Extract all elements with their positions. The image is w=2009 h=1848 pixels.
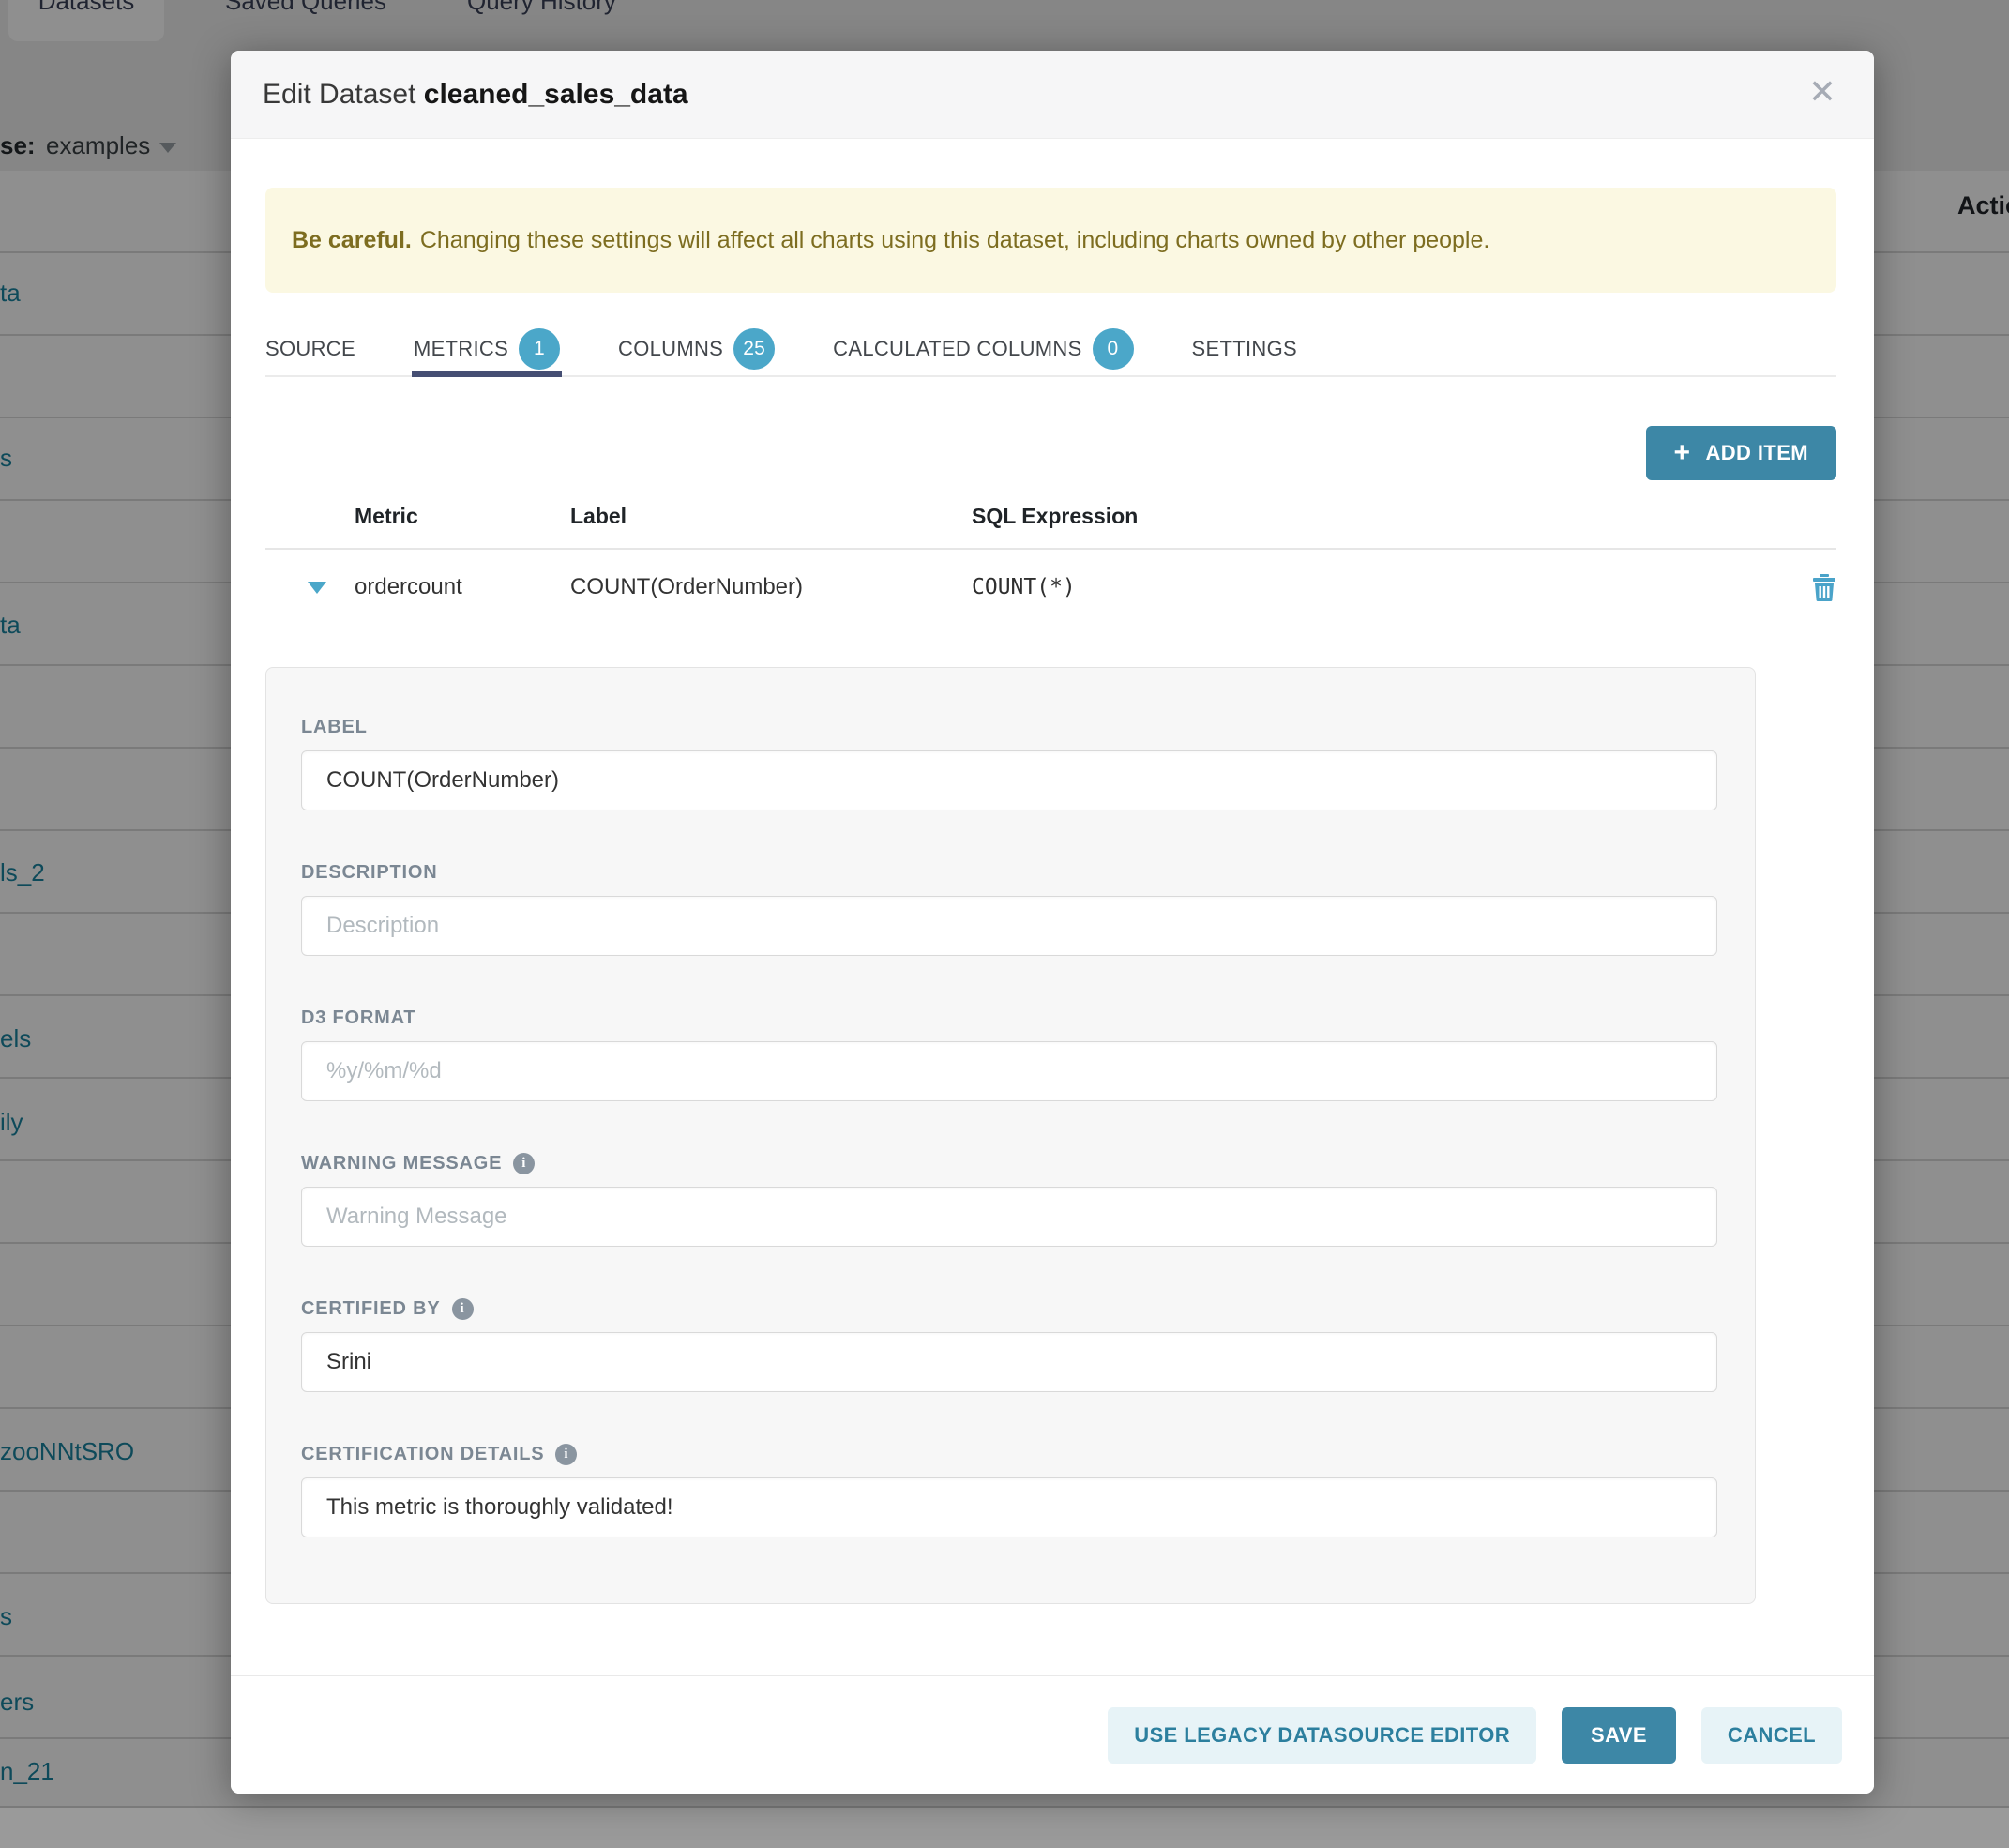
warning-banner-text: Changing these settings will affect all … [420,227,1490,254]
tab-source[interactable]: SOURCE [265,324,355,375]
modal-body: Be careful. Changing these settings will… [231,188,1874,1604]
tab-calculated-columns-label: CALCULATED COLUMNS [833,337,1081,361]
save-button[interactable]: SAVE [1562,1707,1676,1764]
label-column-header: Label [570,504,972,529]
trash-icon [1812,573,1836,601]
certification-details-caption-text: CERTIFICATION DETAILS [301,1444,544,1465]
d3-format-caption-text: D3 FORMAT [301,1007,415,1029]
warning-message-field-caption: WARNING MESSAGE i [301,1153,1717,1174]
warning-banner: Be careful. Changing these settings will… [265,188,1836,293]
plus-icon: + [1674,439,1691,467]
add-item-label: ADD ITEM [1705,441,1808,465]
d3-format-field: D3 FORMAT [301,1007,1717,1101]
metric-column-header: Metric [355,504,570,529]
edit-dataset-modal: Edit Dataset cleaned_sales_data ✕ Be car… [231,51,1874,1794]
tab-settings[interactable]: SETTINGS [1192,324,1297,375]
metric-sql-cell: COUNT(*) [972,575,1780,599]
d3-format-input[interactable] [301,1041,1717,1101]
description-caption-text: DESCRIPTION [301,862,437,884]
tab-settings-label: SETTINGS [1192,337,1297,361]
label-field: LABEL [301,717,1717,810]
label-input[interactable] [301,750,1717,810]
label-field-caption: LABEL [301,717,1717,738]
modal-footer: USE LEGACY DATASOURCE EDITOR SAVE CANCEL [231,1675,1874,1794]
certification-details-input[interactable] [301,1477,1717,1537]
certified-by-caption-text: CERTIFIED BY [301,1298,441,1320]
tab-source-label: SOURCE [265,337,355,361]
background-footer-highlight [0,1808,2009,1848]
certified-by-field-caption: CERTIFIED BY i [301,1298,1717,1320]
description-field-caption: DESCRIPTION [301,862,1717,884]
delete-metric-button[interactable] [1780,573,1836,601]
add-item-row: + ADD ITEM [265,426,1836,480]
metrics-count-badge: 1 [519,328,560,370]
warning-message-field: WARNING MESSAGE i [301,1153,1717,1247]
certification-details-field-caption: CERTIFICATION DETAILS i [301,1444,1717,1465]
metric-name-cell: ordercount [355,574,570,600]
metric-table-row: ordercount COUNT(OrderNumber) COUNT(*) [265,550,1836,625]
warning-message-input[interactable] [301,1187,1717,1247]
add-item-button[interactable]: + ADD ITEM [1646,426,1836,480]
info-icon[interactable]: i [555,1444,577,1465]
use-legacy-datasource-editor-button[interactable]: USE LEGACY DATASOURCE EDITOR [1108,1707,1536,1764]
description-field: DESCRIPTION [301,862,1717,956]
calculated-columns-count-badge: 0 [1093,328,1134,370]
modal-title-prefix: Edit Dataset [263,79,415,110]
tab-columns-label: COLUMNS [618,337,723,361]
tab-metrics[interactable]: METRICS 1 [414,324,560,375]
certification-details-field: CERTIFICATION DETAILS i [301,1444,1717,1537]
metrics-table-header: Metric Label SQL Expression [265,504,1836,550]
modal-header: Edit Dataset cleaned_sales_data ✕ [231,51,1874,139]
sql-expression-column-header: SQL Expression [972,504,1780,529]
tab-columns[interactable]: COLUMNS 25 [618,324,775,375]
info-icon[interactable]: i [452,1298,474,1320]
description-input[interactable] [301,896,1717,956]
cancel-button[interactable]: CANCEL [1701,1707,1842,1764]
metric-detail-panel: LABEL DESCRIPTION D3 FORMAT WARNING MESS… [265,667,1756,1604]
dataset-editor-tabs: SOURCE METRICS 1 COLUMNS 25 CALCULATED C… [265,324,1836,377]
tab-metrics-label: METRICS [414,337,508,361]
label-caption-text: LABEL [301,717,368,738]
warning-message-caption-text: WARNING MESSAGE [301,1153,502,1174]
info-icon[interactable]: i [513,1153,535,1174]
tab-calculated-columns[interactable]: CALCULATED COLUMNS 0 [833,324,1133,375]
collapse-caret-icon[interactable] [308,582,326,594]
columns-count-badge: 25 [733,328,775,370]
warning-banner-bold: Be careful. [292,227,412,254]
close-icon[interactable]: ✕ [1808,75,1836,109]
certified-by-field: CERTIFIED BY i [301,1298,1717,1392]
modal-title-dataset-name: cleaned_sales_data [424,79,688,110]
modal-title: Edit Dataset cleaned_sales_data [263,79,688,111]
certified-by-input[interactable] [301,1332,1717,1392]
metric-label-cell: COUNT(OrderNumber) [570,574,972,600]
d3-format-field-caption: D3 FORMAT [301,1007,1717,1029]
